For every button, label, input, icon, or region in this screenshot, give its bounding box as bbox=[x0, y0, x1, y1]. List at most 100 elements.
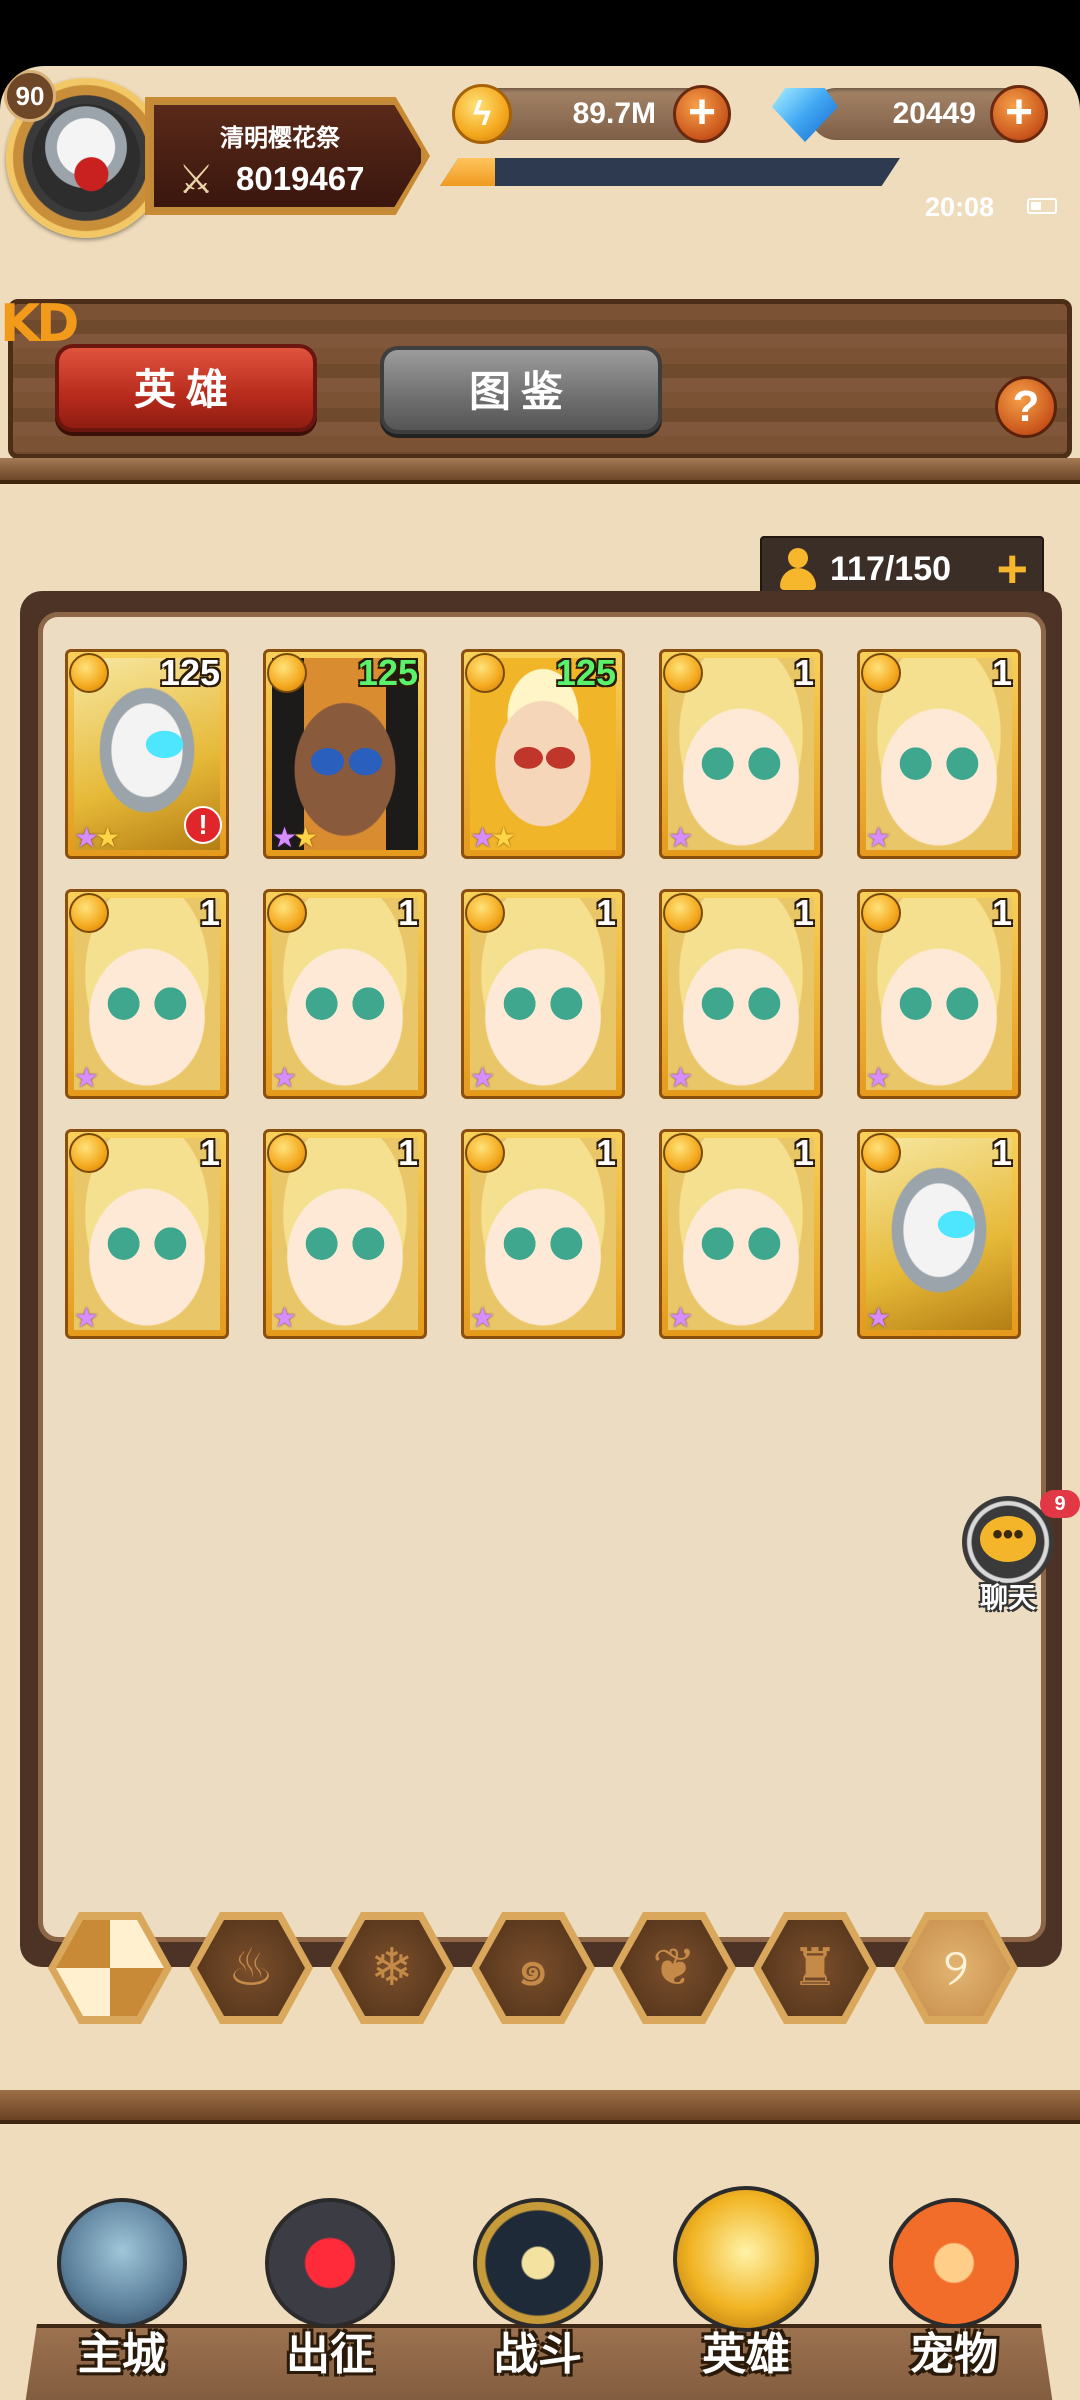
hero-level: 1 bbox=[397, 892, 418, 933]
hero-star-rating: ★ bbox=[866, 824, 891, 852]
purple-star-icon: ★ bbox=[470, 1062, 495, 1093]
hero-class-icon bbox=[861, 1133, 901, 1173]
player-name: 清明樱花祭 bbox=[220, 125, 340, 152]
nav-battle[interactable]: 战斗 bbox=[458, 2186, 618, 2400]
hero-star-rating: ★ bbox=[866, 1302, 891, 1333]
hero-card[interactable]: 1 ★ bbox=[263, 1129, 427, 1339]
nav-castle[interactable]: 主城 bbox=[42, 2186, 202, 2400]
game-screen: 90 清明樱花祭 ⚔ 8019467 89.7M ϟ + 20449 + 20:… bbox=[0, 66, 1080, 2400]
hero-level: 1 bbox=[595, 892, 616, 933]
hero-level: 1 bbox=[595, 1132, 616, 1173]
add-gold-button[interactable]: + bbox=[673, 85, 731, 143]
alert-icon: ! bbox=[184, 806, 222, 844]
all-filter-icon bbox=[56, 1920, 164, 2016]
hero-card[interactable]: 1 ★ bbox=[857, 649, 1021, 859]
hero-level: 1 bbox=[793, 892, 814, 933]
hero-star-rating: ★ bbox=[866, 1062, 891, 1093]
hero-level: 125 bbox=[357, 652, 418, 693]
experience-fill bbox=[440, 158, 496, 186]
dark-filter-icon: ♜ bbox=[761, 1920, 869, 2016]
chat-button[interactable]: ••• bbox=[962, 1496, 1054, 1588]
nature-filter-icon: ❦ bbox=[620, 1920, 728, 2016]
hero-class-icon bbox=[465, 1133, 505, 1173]
expedition-icon bbox=[265, 2198, 395, 2328]
hero-level: 125 bbox=[555, 652, 616, 693]
hero-card[interactable]: 125 ★★ bbox=[263, 649, 427, 859]
hero-star-rating: ★ bbox=[272, 1064, 297, 1092]
nav-label: 战斗 bbox=[494, 2329, 582, 2380]
purple-star-icon: ★ bbox=[668, 822, 693, 853]
hero-class-icon bbox=[69, 893, 109, 933]
hero-star-rating: ★ bbox=[74, 1304, 99, 1332]
player-level-badge: 90 bbox=[4, 70, 56, 122]
hero-class-icon bbox=[69, 653, 109, 693]
hero-level: 1 bbox=[991, 652, 1012, 693]
chat-unread-badge: 9 bbox=[1040, 1490, 1080, 1518]
hero-level: 1 bbox=[991, 1132, 1012, 1173]
gem-amount: 20449 bbox=[892, 97, 976, 130]
hero-card[interactable]: 1 ★ bbox=[65, 889, 229, 1099]
hero-star-rating: ★ bbox=[74, 1062, 99, 1093]
heroes-icon bbox=[673, 2186, 819, 2332]
tab-heroes[interactable]: 英雄 bbox=[55, 344, 317, 432]
hero-class-icon bbox=[267, 1133, 307, 1173]
purple-star-icon: ★ bbox=[74, 1062, 99, 1093]
castle-icon bbox=[57, 2198, 187, 2328]
hero-class-icon bbox=[861, 893, 901, 933]
hero-class-icon bbox=[465, 893, 505, 933]
hero-card[interactable]: 1 ★ bbox=[659, 649, 823, 859]
hero-card[interactable]: 125 ★★! bbox=[65, 649, 229, 859]
clock: 20:08 bbox=[925, 192, 995, 222]
nav-label: 主城 bbox=[78, 2329, 166, 2380]
nav-label: 宠物 bbox=[910, 2329, 998, 2380]
hero-class-icon bbox=[267, 893, 307, 933]
hero-card[interactable]: 1 ★ bbox=[659, 1129, 823, 1339]
avatar-portrait bbox=[32, 104, 140, 212]
hero-card[interactable]: 1 ★ bbox=[461, 889, 625, 1099]
hero-card[interactable]: 1 ★ bbox=[857, 889, 1021, 1099]
nav-pets[interactable]: 宠物 bbox=[874, 2186, 1034, 2400]
hero-grid-panel[interactable]: 125 ★★! 125 ★★ 125 ★★ 1 ★ 1 ★ 1 ★ 1 ★ 1 ★ 1 ★ 1 ★ 1 ★ 1 ★ 1 ★ 1 ★ 1 ★ bbox=[38, 612, 1046, 1942]
purple-star-icon: ★ bbox=[668, 1062, 693, 1093]
nav-expedition[interactable]: 出征 bbox=[250, 2186, 410, 2400]
hero-star-rating: ★ bbox=[272, 1302, 297, 1333]
help-button[interactable]: ? bbox=[995, 376, 1057, 438]
hero-star-rating: ★ bbox=[668, 1304, 693, 1332]
hero-level: 1 bbox=[991, 892, 1012, 933]
hero-level: 1 bbox=[793, 652, 814, 693]
purple-star-icon: ★ bbox=[866, 1062, 891, 1093]
hero-card[interactable]: 125 ★★ bbox=[461, 649, 625, 859]
hero-level: 1 bbox=[793, 1132, 814, 1173]
hero-star-rating: ★ bbox=[668, 822, 693, 853]
hero-card[interactable]: 1 ★ bbox=[461, 1129, 625, 1339]
hero-card[interactable]: 1 ★ bbox=[65, 1129, 229, 1339]
hero-card[interactable]: 1 ★ bbox=[263, 889, 427, 1099]
hero-level: 1 bbox=[199, 1132, 220, 1173]
hero-star-rating: ★ bbox=[470, 1062, 495, 1093]
add-gems-button[interactable]: + bbox=[990, 85, 1048, 143]
hero-star-rating: ★★ bbox=[74, 822, 120, 853]
hero-star-rating: ★ bbox=[668, 1062, 693, 1093]
hero-class-icon bbox=[69, 1133, 109, 1173]
hero-class-icon bbox=[267, 653, 307, 693]
hero-card[interactable]: 1 ★ bbox=[659, 889, 823, 1099]
hero-card[interactable]: 1 ★ bbox=[857, 1129, 1021, 1339]
nav-heroes[interactable]: 英雄 bbox=[666, 2186, 826, 2400]
battle-icon bbox=[473, 2198, 603, 2328]
gold-amount: 89.7M bbox=[572, 97, 656, 130]
nav-label: 出征 bbox=[286, 2329, 374, 2380]
person-icon bbox=[780, 548, 816, 590]
purple-star-icon: ★ bbox=[470, 822, 495, 853]
hero-star-rating: ★★ bbox=[272, 822, 318, 853]
purple-star-icon: ★ bbox=[866, 1302, 891, 1333]
purple-star-icon: ★ bbox=[272, 1302, 297, 1333]
hero-class-icon bbox=[663, 893, 703, 933]
gold-star-icon: ★ bbox=[293, 822, 318, 853]
wind-filter-icon: ๑ bbox=[479, 1920, 587, 2016]
purple-star-icon: ★ bbox=[272, 822, 297, 853]
player-power: 8019467 bbox=[236, 160, 365, 197]
tab-codex[interactable]: 图鉴 bbox=[380, 346, 662, 434]
chat-label: 聊天 bbox=[979, 1581, 1036, 1614]
nav-label: 英雄 bbox=[702, 2329, 790, 2380]
purple-star-icon: ★ bbox=[74, 822, 99, 853]
